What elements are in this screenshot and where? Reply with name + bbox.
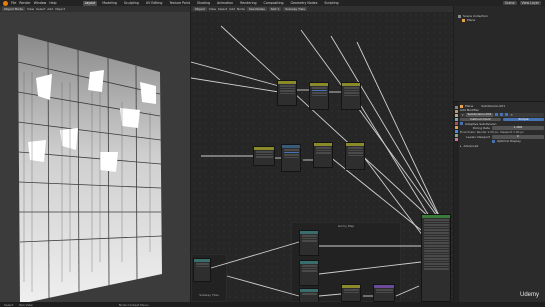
node-yellow-3[interactable] bbox=[341, 82, 361, 110]
displaced-plane-mesh bbox=[17, 34, 163, 302]
modifier-tab-icon[interactable] bbox=[455, 130, 458, 133]
expand-chevron-icon[interactable]: ▸ bbox=[460, 144, 462, 148]
workspace-tab-scripting[interactable]: Scripting bbox=[322, 1, 340, 6]
workspace-tab-layout[interactable]: Layout bbox=[82, 0, 98, 6]
menu-render[interactable]: Render bbox=[19, 1, 30, 5]
workspace-tab-geometry-nodes[interactable]: Geometry Nodes bbox=[289, 1, 320, 6]
object-tab-icon[interactable] bbox=[455, 126, 458, 129]
workspace-tab-compositing[interactable]: Compositing bbox=[262, 1, 286, 6]
udemy-watermark: Udemy bbox=[519, 292, 539, 298]
menu-help[interactable]: Help bbox=[49, 1, 56, 5]
properties-tabs bbox=[454, 102, 459, 302]
scene-tab-icon[interactable] bbox=[455, 118, 458, 121]
close-icon[interactable]: ✕ bbox=[510, 113, 513, 117]
object-mode-dropdown[interactable]: Object Mode bbox=[2, 7, 25, 11]
workspace-tab-shading[interactable]: Shading bbox=[195, 1, 212, 6]
node-teal-1[interactable] bbox=[299, 230, 319, 256]
node-teal-4[interactable] bbox=[193, 258, 211, 282]
status-bar: Select Pan View Node Context Menu bbox=[0, 302, 545, 307]
outliner-item-plane[interactable]: Plane bbox=[454, 18, 545, 22]
viewport-menu-add[interactable]: Add bbox=[47, 7, 53, 11]
mesh-object-icon bbox=[460, 104, 463, 108]
scene-selector[interactable]: Scene bbox=[502, 1, 517, 5]
world-tab-icon[interactable] bbox=[455, 122, 458, 125]
outliner[interactable]: Scene Collection Plane bbox=[454, 6, 545, 102]
status-select: Select bbox=[4, 302, 14, 307]
mesh-object-icon bbox=[462, 18, 465, 22]
workspace-tab-rendering[interactable]: Rendering bbox=[238, 1, 258, 6]
optimal-display-checkbox[interactable] bbox=[492, 139, 495, 143]
node-teal-3[interactable] bbox=[299, 288, 319, 302]
node-yellow-4[interactable] bbox=[253, 146, 275, 166]
node-teal-2[interactable] bbox=[299, 260, 319, 286]
status-node-context-menu: Node Context Menu bbox=[118, 302, 149, 307]
adaptive-subdivision-checkbox[interactable] bbox=[460, 122, 463, 126]
viewport-menu-view[interactable]: View bbox=[27, 7, 34, 11]
node-yellow-5[interactable] bbox=[313, 142, 333, 168]
render-toggle-icon[interactable] bbox=[505, 113, 509, 117]
output-tab-icon[interactable] bbox=[455, 114, 458, 117]
simple-button[interactable]: Simple bbox=[503, 117, 544, 122]
viewport-menu-object[interactable]: Object bbox=[55, 7, 65, 11]
material-tab-icon[interactable] bbox=[455, 138, 458, 141]
3d-viewport[interactable]: Object Mode View Select Add Object bbox=[0, 6, 190, 302]
node-blue-1[interactable] bbox=[281, 144, 301, 172]
workspace-tab-modeling[interactable]: Modeling bbox=[100, 1, 119, 6]
menu-file[interactable]: File bbox=[11, 1, 16, 5]
blender-logo-icon[interactable] bbox=[3, 0, 8, 6]
viewport-menu-select[interactable]: Select bbox=[36, 7, 45, 11]
menu-window[interactable]: Window bbox=[34, 1, 47, 5]
edit-mode-toggle-icon[interactable] bbox=[495, 113, 499, 117]
workspace-tab-sculpting[interactable]: Sculpting bbox=[122, 1, 141, 6]
workspace-tab-animation[interactable]: Animation bbox=[215, 1, 235, 6]
node-purple-1[interactable] bbox=[373, 284, 395, 302]
view-layer-selector[interactable]: View Layer bbox=[519, 1, 541, 5]
node-yellow-6[interactable] bbox=[345, 142, 365, 170]
node-yellow-2[interactable] bbox=[309, 82, 329, 110]
status-pan-view: Pan View bbox=[19, 302, 33, 307]
right-side-panels: Scene Collection Plane Plane Subdivision… bbox=[454, 6, 545, 302]
tool-tab-icon[interactable] bbox=[455, 106, 458, 109]
advanced-subpanel[interactable]: ▸ Advanced bbox=[460, 144, 544, 148]
workspace-tab-uv-editing[interactable]: UV Editing bbox=[144, 1, 165, 6]
node-principled-bsdf[interactable] bbox=[421, 214, 451, 302]
collection-icon bbox=[458, 14, 461, 18]
collapse-chevron-icon[interactable]: ▾ bbox=[462, 113, 464, 117]
physics-tab-icon[interactable] bbox=[455, 134, 458, 137]
render-tab-icon[interactable] bbox=[455, 110, 458, 113]
node-yellow-7[interactable] bbox=[341, 284, 361, 302]
viewport-toggle-icon[interactable] bbox=[500, 113, 504, 117]
node-yellow-1[interactable] bbox=[277, 80, 297, 106]
properties-editor[interactable]: Plane Subdivision.001 Add Modifier ▾ Sub… bbox=[454, 102, 545, 302]
shader-node-editor[interactable]: Object View Select Add Node Use Nodes Sl… bbox=[191, 6, 453, 302]
modifier-panel: Plane Subdivision.001 Add Modifier ▾ Sub… bbox=[460, 104, 544, 148]
workspace-tab-texture-paint[interactable]: Texture Paint bbox=[167, 1, 192, 6]
